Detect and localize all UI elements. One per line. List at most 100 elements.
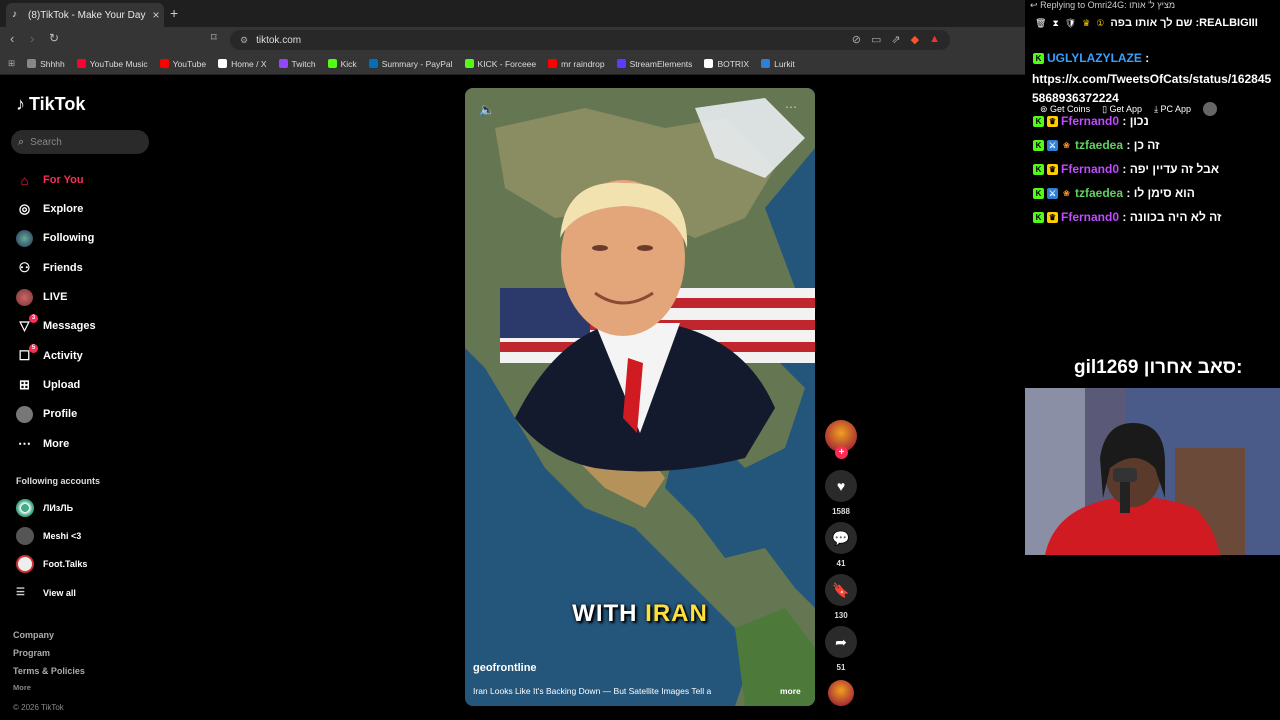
bookmark-item[interactable]: Summary - PayPal [368, 59, 453, 69]
footer-program-link[interactable]: Program [13, 648, 50, 658]
bookmark-label: Shhhh [40, 58, 65, 69]
comment-count: 41 [836, 559, 846, 568]
tiktok-logo[interactable]: ♪ TikTok [16, 94, 85, 115]
footer-terms-link[interactable]: Terms & Policies [13, 666, 85, 676]
tiktok-favicon-icon: ♪ [12, 9, 17, 20]
url-text: tiktok.com [256, 34, 302, 46]
nav-item-more[interactable]: ⋯ More [16, 434, 69, 454]
bookmark-favicon-icon [368, 59, 378, 68]
chat-text: הוא סימן לו [1133, 186, 1195, 200]
follow-plus-icon[interactable]: + [835, 446, 848, 459]
nav-label: Messages [43, 320, 96, 332]
user-avatar[interactable] [1203, 102, 1218, 116]
following-accounts-heading: Following accounts [16, 476, 101, 486]
pc-app-link[interactable]: ⤓ PC App [1154, 104, 1191, 115]
browser-tab[interactable]: ♪ (8)TikTok - Make Your Day × [6, 3, 164, 27]
footer-company-link[interactable]: Company [13, 630, 54, 640]
get-coins-link[interactable]: ⊚ Get Coins [1040, 104, 1090, 115]
reply-context: ↩ Replying to Omri24G: מציץ ל' אותו [1030, 0, 1280, 18]
account-item[interactable]: Meshi <3 [16, 527, 81, 545]
rewards-icon[interactable]: ▲ [929, 33, 940, 46]
chat-username: Ffernand0 [1061, 114, 1120, 128]
view-all-link[interactable]: ☰ View all [16, 587, 76, 598]
bookmark-item[interactable]: Lurkit [761, 59, 795, 69]
nav-label: Following [43, 232, 95, 244]
close-tab-icon[interactable]: × [148, 8, 164, 22]
bookmark-item[interactable]: Kick [327, 59, 357, 69]
forward-icon[interactable]: › [30, 31, 34, 46]
last-sub-user: gil1269 [1074, 357, 1139, 378]
bookmark-item[interactable]: KICK - Forceee [464, 59, 536, 69]
nav-item-live[interactable]: LIVE [16, 287, 67, 307]
get-app-link[interactable]: ▯ Get App [1102, 104, 1142, 115]
chat-message: K UGLYLAZYLAZE : [1033, 51, 1149, 65]
nav-item-for-you[interactable]: ⌂ For You [16, 170, 84, 190]
get-coins-label: Get Coins [1050, 103, 1091, 114]
bookmark-item[interactable]: mr raindrop [548, 58, 605, 69]
video-author[interactable]: geofrontline [473, 662, 537, 674]
account-name: Foot.Talks [43, 559, 88, 569]
trash-icon: 🗑 [1035, 17, 1047, 28]
like-button[interactable]: ♥ 1588 [825, 470, 857, 516]
bookmark-item[interactable]: StreamElements [616, 58, 693, 69]
new-tab-button[interactable]: + [170, 5, 178, 21]
footer-more-link[interactable]: More [13, 683, 31, 692]
bookmark-item[interactable]: YouTube [159, 59, 206, 69]
save-button[interactable]: 🔖 130 [825, 574, 857, 620]
last-subscriber-banner: gil1269 סאב אחרון: [1074, 357, 1242, 379]
heart-icon: ♥ [825, 470, 857, 502]
bookmark-favicon-icon [278, 59, 288, 68]
kick-badge-icon: K [1033, 187, 1044, 199]
back-icon[interactable]: ‹ [10, 31, 14, 46]
reload-icon[interactable]: ↻ [49, 31, 59, 45]
video-player[interactable]: 🔈 ⋯ WITH IRAN geofrontline Iran Looks Li… [465, 88, 815, 706]
bookmark-label: mr raindrop [561, 58, 605, 69]
crown-badge-icon: ♛ [1047, 163, 1058, 175]
url-bar[interactable]: ⚙ tiktok.com ⊘ ▭ ⇗ ◆ ▲ [230, 30, 950, 50]
description-more-button[interactable]: more [780, 686, 801, 696]
nav-item-activity[interactable]: ☐ 5 Activity [16, 343, 83, 366]
shield-badge-icon: 🛡 [1064, 17, 1077, 28]
bookmark-item[interactable]: Shhhh [27, 59, 65, 69]
chat-username: tzfaedea [1075, 138, 1124, 152]
comment-button[interactable]: 💬 41 [825, 522, 857, 568]
cast-icon[interactable]: ▭ [871, 33, 881, 46]
apps-grid-icon[interactable]: ⊞ [8, 58, 15, 69]
account-avatar [16, 527, 34, 545]
bookmark-item[interactable]: Twitch [278, 59, 316, 69]
home-icon: ⌂ [20, 172, 29, 188]
bookmark-item[interactable]: Home / X [218, 59, 267, 69]
volume-icon[interactable]: 🔈 [479, 102, 495, 118]
account-item[interactable]: ЛИзЛЬ [16, 499, 73, 517]
nav-item-explore[interactable]: ◎ Explore [16, 199, 84, 219]
moderator-badge-icon: ⚔ [1047, 139, 1058, 151]
live-avatar-icon [16, 288, 33, 306]
video-options-icon[interactable]: ⋯ [785, 100, 797, 114]
kick-badge-icon: K [1033, 163, 1044, 175]
nav-item-upload[interactable]: ⊞ Upload [16, 375, 80, 395]
brave-shield-icon[interactable]: ◆ [911, 33, 919, 46]
share-button[interactable]: ➦ 51 [825, 626, 857, 672]
kick-badge-icon: K [1033, 115, 1044, 127]
bookmark-icon[interactable]: ⌑ [211, 31, 217, 44]
webcam-image [1025, 388, 1280, 555]
nav-item-following[interactable]: Following [16, 228, 94, 248]
share-icon[interactable]: ⇗ [891, 33, 900, 46]
bookmark-item[interactable]: YouTube Music [76, 59, 148, 69]
music-disc-icon[interactable] [828, 680, 854, 706]
more-icon: ⋯ [18, 436, 31, 451]
site-info-icon[interactable]: ⚙ [240, 35, 248, 46]
no-tracking-icon[interactable]: ⊘ [852, 33, 861, 46]
account-item[interactable]: Foot.Talks [16, 555, 87, 573]
bookmark-item[interactable]: BOTRIX [704, 59, 749, 69]
nav-item-friends[interactable]: ⚇ Friends [16, 258, 83, 278]
chat-username: Ffernand0 [1061, 210, 1120, 224]
bookmark-favicon-icon [616, 59, 626, 68]
nav-item-messages[interactable]: ▽ 3 Messages [16, 313, 96, 336]
chat-username: Ffernand0 [1061, 162, 1120, 176]
nav-item-profile[interactable]: Profile [16, 404, 77, 424]
bookmark-label: StreamElements [629, 58, 693, 69]
reply-text: Replying to Omri24G: מציץ ל' אותו [1040, 0, 1176, 10]
compass-icon: ◎ [18, 201, 31, 216]
search-input[interactable]: ⌕ Search [11, 130, 149, 154]
